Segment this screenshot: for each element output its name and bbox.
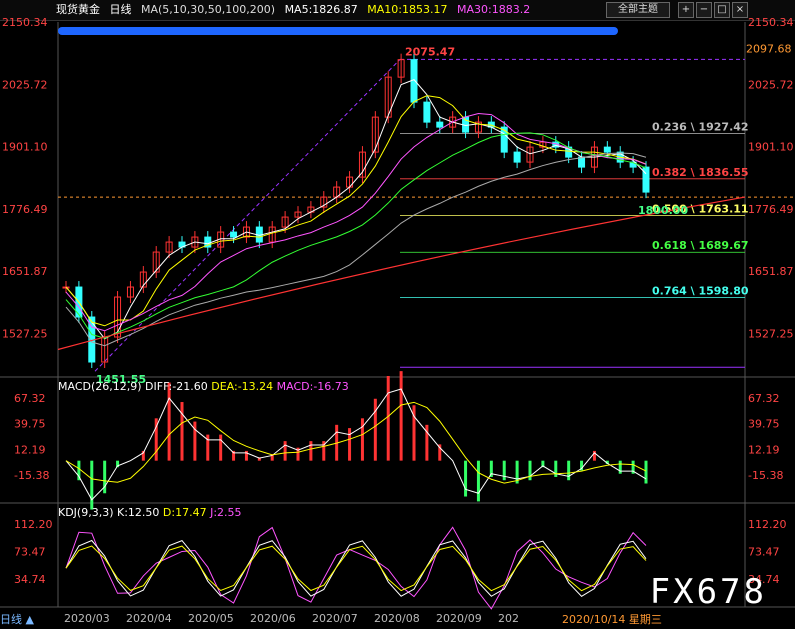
ma200-line bbox=[57, 196, 746, 351]
macd-tick-right: 39.75 bbox=[748, 418, 780, 431]
price-tick-left: 2025.72 bbox=[2, 78, 48, 91]
candle-body bbox=[436, 121, 444, 128]
kdj-j-line bbox=[65, 526, 647, 610]
chart-window: 现货黄金 日线 MA(5,10,30,50,100,200) MA5:1826.… bbox=[0, 0, 795, 629]
x-tick-label: 2020/09 bbox=[436, 612, 482, 625]
x-tick-label: 202 bbox=[498, 612, 519, 625]
candle-body bbox=[578, 156, 586, 168]
macd-header: MACD(26,12,9) DIFF:-21.60 DEA:-13.24 MAC… bbox=[58, 380, 349, 393]
macd-tick-left: 67.32 bbox=[14, 392, 46, 405]
price-tick-left: 1901.10 bbox=[2, 141, 48, 154]
watermark: FX678 bbox=[649, 572, 767, 612]
fib-level-label: 0.382 \ 1836.55 bbox=[652, 166, 749, 179]
period-tab[interactable]: 日线 ▲ bbox=[0, 611, 34, 627]
price-chart[interactable]: 2150.34 2150.34 2025.72 2025.72 1901.10 1901.… bbox=[0, 0, 795, 629]
x-tick-label: 2020/06 bbox=[250, 612, 296, 625]
candle-body bbox=[500, 126, 508, 153]
kdj-tick-left: 34.74 bbox=[14, 573, 46, 586]
ma5-line bbox=[65, 79, 647, 340]
price-tick-right: 1527.25 bbox=[748, 327, 794, 340]
kdj-k: K:12.50 bbox=[117, 506, 160, 519]
fib-level-label: 0.764 \ 1598.80 bbox=[652, 285, 749, 298]
cursor-date: 2020/10/14 星期三 bbox=[562, 613, 662, 626]
x-tick-label: 2020/05 bbox=[188, 612, 234, 625]
price-tick-right: 2150.34 bbox=[748, 16, 794, 29]
x-tick-label: 2020/08 bbox=[374, 612, 420, 625]
ma100-line bbox=[65, 152, 647, 347]
kdj-tick-right: 112.20 bbox=[748, 518, 787, 531]
price-tick-right: 1901.10 bbox=[748, 141, 794, 154]
macd-value: MACD:-16.73 bbox=[276, 380, 349, 393]
kdj-label: KDJ(9,3,3) bbox=[58, 506, 114, 519]
x-tick-label: 2020/03 bbox=[64, 612, 110, 625]
last-annotation: 1800.00 bbox=[638, 204, 688, 217]
high-annotation: 2075.47 bbox=[405, 45, 455, 58]
fib-level-label: 0.618 \ 1689.67 bbox=[652, 239, 749, 252]
kdj-tick-left: 73.47 bbox=[14, 546, 46, 559]
candle-body bbox=[230, 231, 238, 238]
macd-tick-right: -15.38 bbox=[748, 469, 783, 482]
kdj-j: J:2.55 bbox=[210, 506, 242, 519]
candle-body bbox=[603, 146, 611, 153]
price-tick-left: 1651.87 bbox=[2, 265, 48, 278]
fib-level-label: 0.236 \ 1927.42 bbox=[652, 120, 749, 133]
macd-tick-right: 67.32 bbox=[748, 392, 780, 405]
macd-tick-left: 12.19 bbox=[14, 443, 46, 456]
price-tick-left: 1527.25 bbox=[2, 327, 48, 340]
ma50-line bbox=[65, 132, 647, 339]
macd-dea-line bbox=[65, 401, 647, 484]
kdj-tick-left: 112.20 bbox=[14, 518, 53, 531]
kdj-d: D:17.47 bbox=[162, 506, 207, 519]
macd-diff-line bbox=[65, 388, 647, 501]
macd-diff: DIFF:-21.60 bbox=[145, 380, 208, 393]
price-tick-right: 1776.49 bbox=[748, 203, 794, 216]
candle-body bbox=[423, 101, 431, 123]
trend-line bbox=[94, 59, 401, 372]
macd-tick-right: 12.19 bbox=[748, 443, 780, 456]
macd-tick-left: 39.75 bbox=[14, 418, 46, 431]
kdj-header: KDJ(9,3,3) K:12.50 D:17.47 J:2.55 bbox=[58, 506, 242, 519]
price-tick-left: 2150.34 bbox=[2, 16, 48, 29]
price-tick-right: 2025.72 bbox=[748, 78, 794, 91]
kdj-k-line bbox=[65, 539, 647, 597]
macd-tick-left: -15.38 bbox=[14, 469, 49, 482]
price-tick-right: 1651.87 bbox=[748, 265, 794, 278]
macd-label: MACD(26,12,9) bbox=[58, 380, 142, 393]
x-tick-label: 2020/07 bbox=[312, 612, 358, 625]
candle-body bbox=[513, 151, 521, 163]
macd-dea: DEA:-13.24 bbox=[211, 380, 274, 393]
x-tick-label: 2020/04 bbox=[126, 612, 172, 625]
price-tick-left: 1776.49 bbox=[2, 203, 48, 216]
kdj-tick-right: 73.47 bbox=[748, 546, 780, 559]
event-strip bbox=[58, 27, 618, 35]
candle-body bbox=[642, 166, 650, 193]
price-tick-topright: 2097.68 bbox=[746, 42, 792, 55]
